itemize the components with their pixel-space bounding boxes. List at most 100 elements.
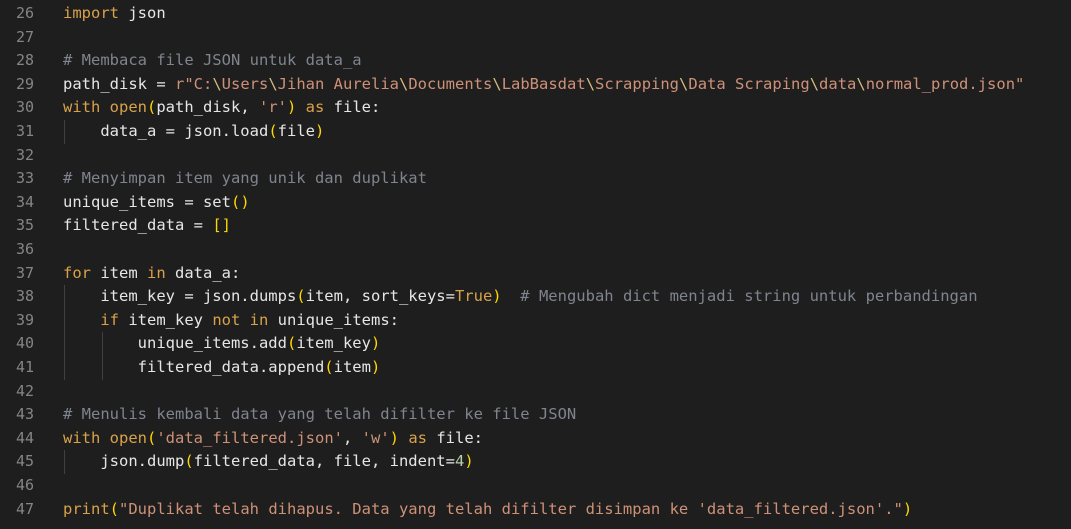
code-line[interactable]: 30 with open(path_disk, 'r') as file: — [0, 96, 1071, 119]
code-token: ) — [492, 287, 502, 306]
code-token: ) — [389, 428, 399, 447]
code-token: data_a = json.load — [63, 122, 269, 140]
line-content: item_key = json.dumps(item, sort_keys=Tr… — [63, 285, 977, 308]
code-line[interactable]: 32 — [0, 144, 1071, 167]
code-line[interactable]: 46 — [0, 474, 1071, 497]
code-line[interactable]: 26 import json — [0, 2, 1071, 25]
line-number: 45 — [15, 452, 34, 471]
code-token: ) — [902, 499, 913, 518]
code-token: unique_items = set — [63, 192, 231, 211]
code-token: file: — [324, 98, 381, 117]
code-line[interactable]: 41 filtered_data.append(item) — [0, 356, 1071, 379]
line-number: 35 — [15, 216, 34, 235]
code-token: # Menyimpan item yang unik dan duplikat — [63, 169, 427, 188]
line-content: with open(path_disk, 'r') as file: — [63, 96, 380, 119]
code-line[interactable]: 34 unique_items = set() — [0, 191, 1071, 214]
code-token: ( — [109, 499, 120, 518]
code-token: as — [399, 428, 427, 447]
code-token: LabBasdat — [501, 74, 586, 93]
line-number: 41 — [15, 358, 34, 376]
line-content: print("Duplikat telah dihapus. Data yang… — [63, 498, 912, 521]
code-line[interactable]: 28 # Membaca file JSON untuk data_a — [0, 49, 1071, 72]
code-token: Data Scraping — [688, 74, 810, 93]
code-token: item, sort_keys= — [305, 287, 455, 306]
code-token: item_key = json.dumps — [63, 287, 297, 306]
code-line[interactable]: 43 # Menulis kembali data yang telah difi… — [0, 403, 1071, 426]
line-content: # Menulis kembali data yang telah difilt… — [63, 403, 576, 426]
line-number: 33 — [15, 169, 34, 188]
line-number: 44 — [15, 428, 34, 447]
code-token: ( — [286, 334, 297, 353]
code-token: ) — [370, 358, 381, 376]
line-number: 43 — [15, 405, 34, 424]
line-number: 27 — [15, 27, 34, 46]
indent-guide — [64, 120, 65, 144]
code-token: \ — [809, 74, 820, 93]
code-token: ) — [370, 334, 381, 353]
code-token: # Membaca file JSON untuk data_a — [63, 51, 362, 70]
code-token: file: — [427, 428, 483, 447]
code-token: in — [147, 263, 166, 282]
code-line[interactable]: 36 — [0, 238, 1071, 261]
code-token: as — [296, 98, 325, 117]
code-token: ( — [296, 287, 306, 306]
line-number: 28 — [15, 51, 34, 70]
code-token: json — [119, 4, 166, 22]
code-token: normal_prod.json" — [865, 74, 1025, 93]
code-token: item_key — [119, 310, 213, 329]
code-token: print — [63, 499, 110, 518]
code-line[interactable]: 31 data_a = json.load(file) — [0, 120, 1071, 143]
code-token: "Duplikat telah dihapus. Data yang telah… — [119, 499, 903, 518]
code-token: filtered_data = — [63, 216, 213, 235]
code-token: Users — [221, 74, 269, 93]
code-token: open — [100, 428, 147, 447]
code-token: 4 — [454, 452, 465, 471]
code-token: ) — [287, 98, 297, 117]
code-token: in — [249, 310, 269, 329]
line-number: 31 — [15, 122, 34, 140]
line-content: import json — [63, 2, 166, 25]
code-line[interactable]: 45 json.dump(filtered_data, file, indent… — [0, 450, 1071, 473]
code-token: Jihan Aurelia — [277, 74, 399, 93]
code-token: r"C: — [174, 74, 213, 93]
code-token: \ — [268, 74, 278, 93]
line-number: 29 — [15, 74, 34, 93]
code-token: 'data_filtered.json' — [156, 428, 343, 447]
code-token: Scrapping — [595, 74, 680, 93]
code-line[interactable]: 40 unique_items.add(item_key) — [0, 332, 1071, 355]
code-line[interactable]: 44 with open('data_filtered.json', 'w') a… — [0, 427, 1071, 450]
code-token: json.dump — [63, 452, 185, 471]
line-content: # Membaca file JSON untuk data_a — [63, 49, 362, 72]
code-editor[interactable]: 26 import json 27 28 # Membaca file JSON unt… — [0, 0, 1071, 529]
code-token: not — [212, 310, 241, 329]
code-token: \ — [856, 74, 866, 93]
code-token: import — [63, 4, 119, 22]
code-line[interactable]: 47 print("Duplikat telah dihapus. Data ya… — [0, 498, 1071, 521]
line-content: data_a = json.load(file) — [63, 120, 324, 143]
code-line[interactable]: 42 — [0, 380, 1071, 403]
code-line[interactable]: 39 if item_key not in unique_items: — [0, 309, 1071, 332]
code-line[interactable]: 38 item_key = json.dumps(item, sort_keys… — [0, 285, 1071, 308]
line-content: path_disk = r"C:\Users\Jihan Aurelia\Doc… — [63, 73, 1024, 96]
line-content: json.dump(filtered_data, file, indent=4) — [63, 450, 473, 473]
line-content: filtered_data = [] — [63, 214, 231, 237]
code-line[interactable]: 27 — [0, 26, 1071, 49]
code-line[interactable]: 33 # Menyimpan item yang unik dan duplika… — [0, 167, 1071, 190]
code-line[interactable]: 29 path_disk = r"C:\Users\Jihan Aurelia\D… — [0, 73, 1071, 96]
code-token: ( — [268, 122, 278, 140]
code-token: , — [342, 428, 362, 447]
line-content: # Menyimpan item yang unik dan duplikat — [63, 167, 427, 190]
code-token: Documents — [408, 74, 493, 93]
line-number: 34 — [15, 192, 34, 211]
code-token: \ — [585, 74, 596, 93]
code-token: [] — [212, 216, 231, 235]
code-token: with — [63, 428, 101, 447]
line-number: 30 — [15, 98, 34, 117]
indent-guide — [64, 450, 65, 474]
code-token: True — [454, 287, 493, 306]
code-line[interactable]: 35 filtered_data = [] — [0, 214, 1071, 237]
code-token: if — [100, 310, 119, 329]
code-token: () — [230, 192, 250, 211]
code-line[interactable]: 37 for item in data_a: — [0, 262, 1071, 285]
